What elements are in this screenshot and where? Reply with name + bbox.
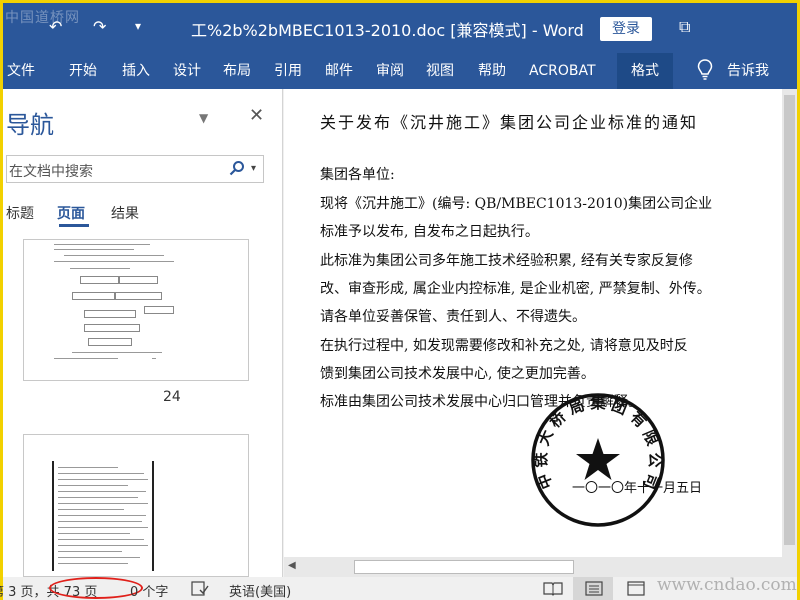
tell-me-button[interactable]: 告诉我 — [727, 53, 769, 89]
document-paragraph: 请各单位妥善保管、责任到人、不得遗失。 — [320, 309, 586, 325]
document-title: 关于发布《沉井施工》集团公司企业标准的通知 — [320, 113, 699, 132]
scrollbar-thumb[interactable] — [784, 95, 795, 545]
chevron-down-icon[interactable]: ▾ — [251, 163, 256, 174]
svg-text:团: 团 — [609, 396, 630, 418]
tab-headings[interactable]: 标题 — [6, 203, 34, 223]
search-icon[interactable] — [229, 160, 245, 176]
watermark-url: www.cndao.com — [657, 575, 797, 595]
web-layout-icon[interactable] — [627, 581, 645, 596]
print-layout-icon[interactable] — [585, 581, 603, 596]
scroll-left-icon[interactable]: ◀ — [288, 560, 296, 571]
tab-home[interactable]: 开始 — [69, 53, 97, 89]
svg-text:中: 中 — [534, 471, 556, 492]
vertical-scrollbar[interactable] — [782, 89, 797, 557]
scrollbar-thumb[interactable] — [354, 560, 574, 574]
title-bar: 中国道桥网 ↶ ↷ ▾ 工%2b%2bMBEC1013-2010.doc [兼容… — [3, 3, 797, 53]
svg-text:司: 司 — [640, 471, 662, 492]
red-annotation-circle — [49, 577, 143, 599]
search-placeholder: 在文档中搜索 — [9, 164, 93, 180]
svg-text:铁: 铁 — [532, 452, 550, 467]
tab-layout[interactable]: 布局 — [223, 53, 251, 89]
tab-help[interactable]: 帮助 — [478, 53, 506, 89]
document-paragraph: 标准予以发布, 自发布之日起执行。 — [320, 224, 539, 240]
login-button[interactable]: 登录 — [600, 17, 652, 41]
svg-text:局: 局 — [565, 396, 587, 419]
window-title: 工%2b%2bMBEC1013-2010.doc [兼容模式] - Word — [191, 21, 584, 40]
tab-view[interactable]: 视图 — [426, 53, 454, 89]
close-icon[interactable]: ✕ — [249, 105, 264, 126]
svg-text:集: 集 — [589, 394, 606, 412]
document-paragraph: 现将《沉井施工》(编号: QB/MBEC1013-2010)集团公司企业 — [320, 196, 713, 212]
tab-review[interactable]: 审阅 — [376, 53, 404, 89]
page-thumbnail[interactable] — [23, 239, 249, 381]
pane-options-icon[interactable]: ▼ — [199, 111, 208, 125]
tab-file[interactable]: 文件 — [7, 53, 35, 89]
svg-text:限: 限 — [639, 427, 661, 448]
document-paragraph: 集团各单位: — [320, 167, 395, 183]
navigation-pane: 导航 ▼ ✕ 在文档中搜索 ▾ 标题 页面 结果 24 — [3, 89, 283, 577]
page-thumbnail[interactable] — [23, 434, 249, 577]
page-number-label: 24 — [163, 389, 181, 405]
tab-acrobat[interactable]: ACROBAT — [529, 53, 596, 89]
tab-references[interactable]: 引用 — [274, 53, 302, 89]
tab-insert[interactable]: 插入 — [122, 53, 150, 89]
document-paragraph: 此标准为集团公司多年施工技术经验积累, 经有关专家反复修 — [320, 253, 693, 269]
customize-quick-access-icon[interactable]: ▾ — [135, 19, 141, 33]
lightbulb-icon — [697, 59, 713, 80]
svg-text:公: 公 — [646, 452, 664, 467]
document-paragraph: 在执行过程中, 如发现需要修改和补充之处, 请将意见及时反 — [320, 338, 688, 354]
document-area[interactable]: 关于发布《沉井施工》集团公司企业标准的通知 集团各单位: 现将《沉井施工》(编号… — [284, 89, 797, 577]
undo-icon[interactable]: ↶ — [49, 17, 62, 36]
proofing-icon[interactable] — [191, 581, 209, 596]
ribbon-tabs: 文件 开始 插入 设计 布局 引用 邮件 审阅 视图 帮助 ACROBAT 格式… — [3, 53, 797, 89]
read-mode-icon[interactable] — [543, 581, 563, 596]
document-paragraph: 馈到集团公司技术发展中心, 使之更加完善。 — [320, 366, 595, 382]
redo-icon[interactable]: ↷ — [93, 17, 106, 36]
document-page[interactable]: 关于发布《沉井施工》集团公司企业标准的通知 集团各单位: 现将《沉井施工》(编号… — [284, 89, 782, 557]
search-input[interactable]: 在文档中搜索 ▾ — [6, 155, 264, 183]
tab-results[interactable]: 结果 — [111, 203, 139, 223]
tab-mailings[interactable]: 邮件 — [325, 53, 353, 89]
svg-text:大: 大 — [534, 427, 556, 448]
tab-pages[interactable]: 页面 — [57, 203, 85, 223]
language-status[interactable]: 英语(美国) — [229, 581, 291, 600]
watermark-logo: 中国道桥网 — [5, 10, 80, 26]
horizontal-scrollbar[interactable]: ◀ — [284, 557, 797, 577]
active-tab-indicator — [59, 224, 89, 227]
company-seal-stamp: 中 铁 大 桥 局 集 团 有 限 公 司 — [531, 393, 665, 527]
svg-text:有: 有 — [627, 408, 650, 431]
word-count-status[interactable]: 0 个字 — [130, 581, 168, 600]
navigation-title: 导航 — [6, 111, 54, 139]
tab-design[interactable]: 设计 — [173, 53, 201, 89]
document-paragraph: 改、审查形成, 属企业内控标准, 是企业机密, 严禁复制、外传。 — [320, 281, 711, 297]
tab-format[interactable]: 格式 — [617, 53, 673, 89]
svg-text:桥: 桥 — [546, 407, 570, 431]
ribbon-display-options-icon[interactable]: ⧉ — [679, 17, 690, 37]
